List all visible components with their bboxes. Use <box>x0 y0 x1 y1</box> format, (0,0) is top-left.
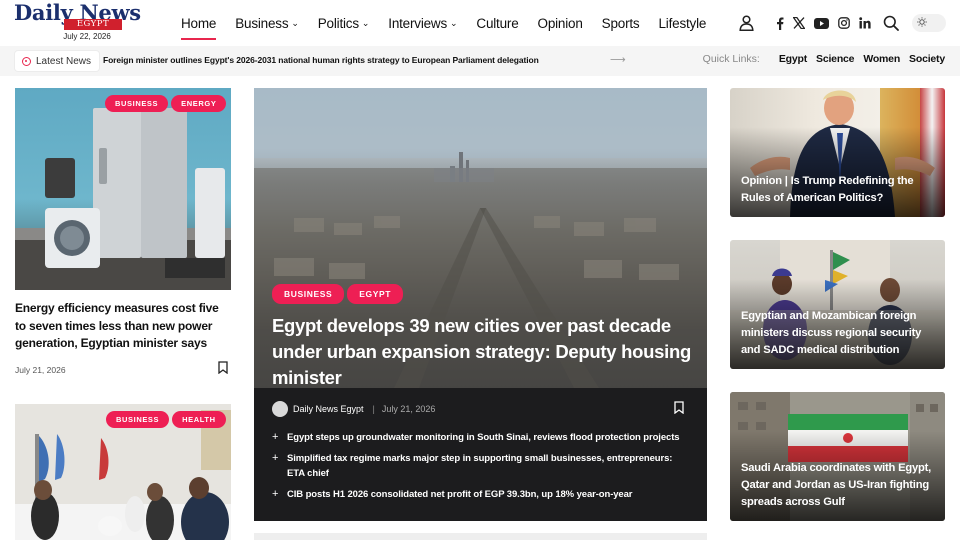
meta-separator: | <box>372 404 375 414</box>
youtube-icon[interactable] <box>814 17 829 29</box>
side-article-3[interactable]: Saudi Arabia coordinates with Egypt, Qat… <box>730 392 945 521</box>
author-avatar[interactable] <box>272 401 288 417</box>
tag-business[interactable]: BUSINESS <box>106 411 170 428</box>
arrow-right-icon[interactable]: ⟶ <box>610 53 626 66</box>
sun-icon <box>917 16 927 30</box>
featured-meta: Daily News Egypt | July 21, 2026 <box>272 401 435 417</box>
theme-toggle[interactable] <box>912 14 946 32</box>
chevron-down-icon: ⌄ <box>291 17 299 28</box>
facebook-icon[interactable] <box>776 17 784 30</box>
latest-news-label: Latest News <box>15 51 100 71</box>
related-item[interactable]: + Simplified tax regime marks major step … <box>272 451 692 481</box>
article-image-appliances[interactable]: BUSINESS ENERGY <box>15 88 231 290</box>
featured-title[interactable]: Egypt develops 39 new cities over past d… <box>272 313 692 391</box>
nav-item-opinion[interactable]: Opinion <box>538 16 583 31</box>
nav-label: Culture <box>476 15 519 31</box>
linkedin-icon[interactable] <box>859 17 871 29</box>
quick-link-egypt[interactable]: Egypt <box>779 53 807 65</box>
nav-label: Interviews <box>388 15 448 31</box>
news-ticker: Latest News Foreign minister outlines Eg… <box>0 46 960 76</box>
side-article-title: Opinion | Is Trump Redefining the Rules … <box>741 175 914 204</box>
quick-link-women[interactable]: Women <box>863 53 900 65</box>
appliances-illustration <box>15 108 231 290</box>
quick-link-society[interactable]: Society <box>909 53 945 65</box>
nav-item-sports[interactable]: Sports <box>602 16 640 31</box>
side-article-1[interactable]: Opinion | Is Trump Redefining the Rules … <box>730 88 945 217</box>
quick-links-label: Quick Links: <box>702 53 760 65</box>
nav-label: Business <box>235 15 289 31</box>
plus-icon: + <box>272 431 279 443</box>
related-title: Simplified tax regime marks major step i… <box>287 453 673 479</box>
nav-label: Lifestyle <box>658 15 707 31</box>
nav-item-home[interactable]: Home <box>181 15 217 40</box>
nav-label: Opinion <box>537 15 583 31</box>
tag-business[interactable]: BUSINESS <box>272 284 345 304</box>
nav-item-interviews[interactable]: Interviews ⌄ <box>388 16 457 31</box>
nav-item-culture[interactable]: Culture <box>476 16 518 31</box>
social-links <box>776 17 880 30</box>
live-dot-icon <box>22 56 31 66</box>
header-actions <box>739 0 960 46</box>
featured-date: July 21, 2026 <box>381 404 436 414</box>
related-articles: + Egypt steps up groundwater monitoring i… <box>272 430 692 508</box>
side-article-title: Saudi Arabia coordinates with Egypt, Qat… <box>741 462 932 508</box>
x-icon[interactable] <box>793 17 805 29</box>
header-date: July 22, 2026 <box>63 32 111 41</box>
nav-item-politics[interactable]: Politics ⌄ <box>318 16 370 31</box>
featured-article[interactable]: BUSINESS EGYPT Egypt develops 39 new cit… <box>254 88 707 521</box>
site-header: Daily News EGYPT July 22, 2026 Home Busi… <box>0 0 960 46</box>
feature-tags: BUSINESS EGYPT <box>269 284 404 304</box>
nav-label: Home <box>181 15 217 31</box>
chevron-down-icon: ⌄ <box>361 17 370 28</box>
related-title: CIB posts H1 2026 consolidated net profi… <box>287 489 633 500</box>
latest-news-text: Latest News <box>36 55 92 67</box>
side-article-2[interactable]: Egyptian and Mozambican foreign minister… <box>730 240 945 369</box>
plus-icon: + <box>272 452 279 464</box>
quick-links: Quick Links: Egypt Science Women Society <box>702 53 946 65</box>
tag-business[interactable]: BUSINESS <box>105 95 169 112</box>
search-icon[interactable] <box>883 15 899 31</box>
article-date: July 21, 2026 <box>15 365 66 375</box>
site-logo[interactable]: Daily News EGYPT July 22, 2026 <box>14 0 160 44</box>
tag-health[interactable]: HEALTH <box>172 411 226 428</box>
user-icon[interactable] <box>739 15 754 31</box>
side-article-title: Egyptian and Mozambican foreign minister… <box>741 310 922 356</box>
article-title[interactable]: Energy efficiency measures cost five to … <box>15 300 225 353</box>
ticker-headline[interactable]: Foreign minister outlines Egypt's 2026-2… <box>103 55 539 65</box>
article-image-meeting[interactable]: BUSINESS HEALTH <box>15 404 231 540</box>
related-item[interactable]: + CIB posts H1 2026 consolidated net prof… <box>272 487 692 502</box>
nav-item-lifestyle[interactable]: Lifestyle <box>658 16 706 31</box>
nav-label: Politics <box>317 15 359 31</box>
chevron-down-icon: ⌄ <box>450 17 458 28</box>
related-item[interactable]: + Egypt steps up groundwater monitoring i… <box>272 430 692 445</box>
bookmark-icon[interactable] <box>218 361 228 379</box>
quick-link-science[interactable]: Science <box>816 53 854 65</box>
instagram-icon[interactable] <box>838 17 850 29</box>
related-title: Egypt steps up groundwater monitoring in… <box>287 432 680 443</box>
card-tags: BUSINESS HEALTH <box>103 411 226 428</box>
next-section-edge <box>254 533 707 540</box>
logo-badge: EGYPT <box>64 19 122 30</box>
main-nav: Home Business ⌄ Politics ⌄ Interviews ⌄ Cul… <box>181 0 725 46</box>
plus-icon: + <box>272 488 279 500</box>
author-name[interactable]: Daily News Egypt <box>293 404 364 414</box>
nav-label: Sports <box>601 15 640 31</box>
nav-item-business[interactable]: Business ⌄ <box>235 16 299 31</box>
tag-egypt[interactable]: EGYPT <box>347 284 404 304</box>
tag-energy[interactable]: ENERGY <box>171 95 227 112</box>
bookmark-icon[interactable] <box>674 401 684 419</box>
card-tags: BUSINESS ENERGY <box>102 95 227 112</box>
